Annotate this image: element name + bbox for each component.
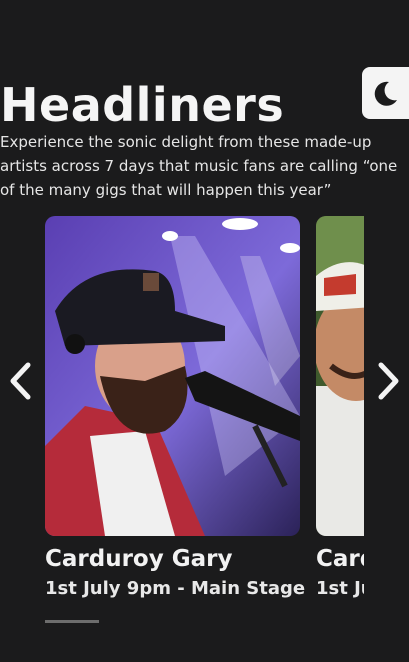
carousel-progress-indicator [45, 620, 99, 623]
moon-icon [374, 81, 397, 106]
artist-name: Carduroy Gary [316, 546, 364, 572]
artist-card[interactable]: Carduroy Gary 1st July 9pm - Main Stage [45, 216, 306, 599]
chevron-right-icon[interactable] [375, 361, 401, 401]
artist-photo [45, 216, 300, 536]
intro-text: Experience the sonic delight from these … [0, 133, 398, 199]
theme-toggle-button[interactable] [362, 67, 409, 119]
artist-photo [316, 216, 364, 536]
headliner-carousel[interactable]: Carduroy Gary 1st July 9pm - Main Stage … [45, 216, 364, 616]
performance-time: 1st July 9pm - Main Stage [316, 578, 364, 599]
chevron-left-icon[interactable] [8, 361, 34, 401]
artist-card[interactable]: Carduroy Gary 1st July 9pm - Main Stage [316, 216, 364, 599]
page-title: Headliners [0, 78, 285, 132]
artist-name: Carduroy Gary [45, 546, 233, 572]
performance-time: 1st July 9pm - Main Stage [45, 578, 306, 599]
